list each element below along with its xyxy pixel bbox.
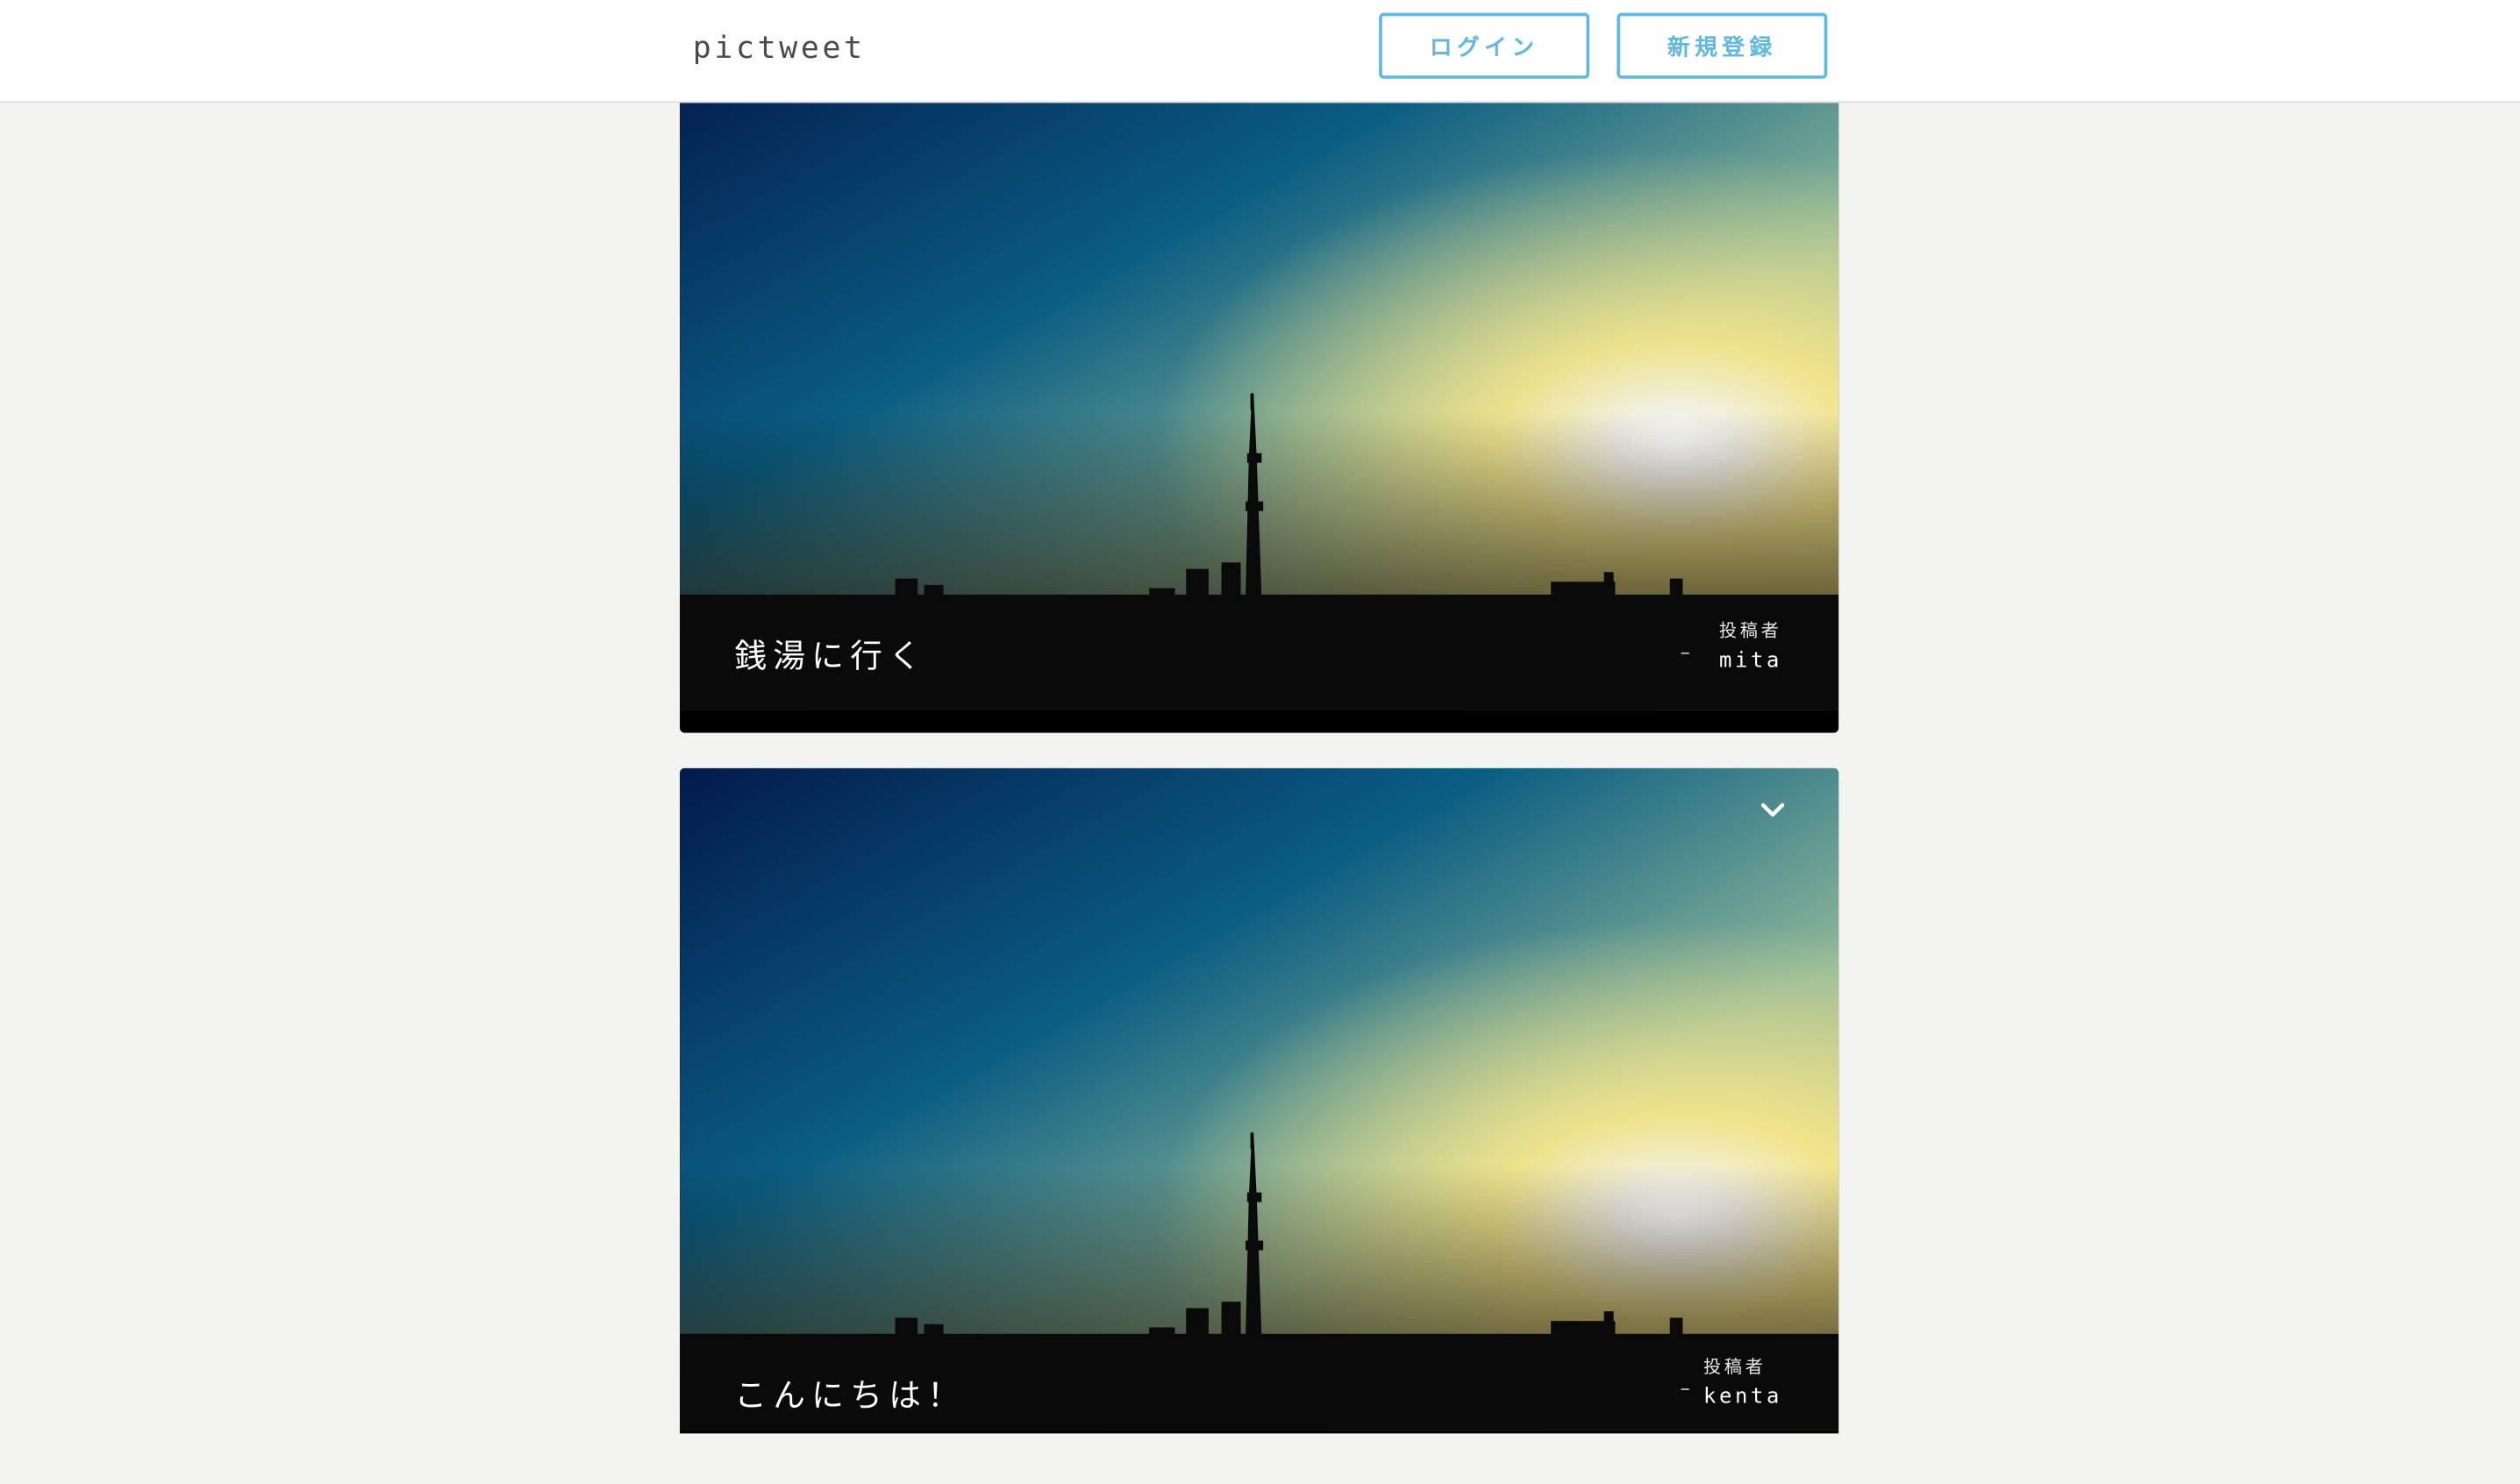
author-caption: 投稿者: [1703, 1356, 1767, 1378]
author-caption: 投稿者: [1718, 620, 1782, 642]
post-image: [680, 47, 1839, 710]
post-author[interactable]: 投稿者 kenta: [1703, 1353, 1782, 1409]
chevron-down-icon[interactable]: [1755, 797, 1790, 823]
post-image: [680, 767, 1839, 1430]
site-logo[interactable]: pictweet: [693, 29, 866, 68]
post-text: 銭湯に行く: [734, 636, 928, 675]
author-name[interactable]: kenta: [1703, 1385, 1782, 1409]
post-card: 銭湯に行く 投稿者 mita: [680, 47, 1839, 733]
author-name[interactable]: mita: [1719, 649, 1782, 673]
site-header: pictweet ログイン 新規登録: [0, 0, 2520, 103]
page: pictweet ログイン 新規登録 銭湯に行く 投稿者 mita こんにちは！…: [0, 0, 2520, 1434]
author-divider: [1681, 1388, 1689, 1390]
post-author[interactable]: 投稿者 mita: [1718, 617, 1782, 673]
post-text: こんにちは！: [734, 1375, 967, 1415]
login-button[interactable]: ログイン: [1379, 12, 1590, 79]
post-card: こんにちは！ 投稿者 kenta: [680, 767, 1839, 1434]
signup-button[interactable]: 新規登録: [1617, 12, 1828, 79]
author-divider: [1681, 652, 1689, 654]
